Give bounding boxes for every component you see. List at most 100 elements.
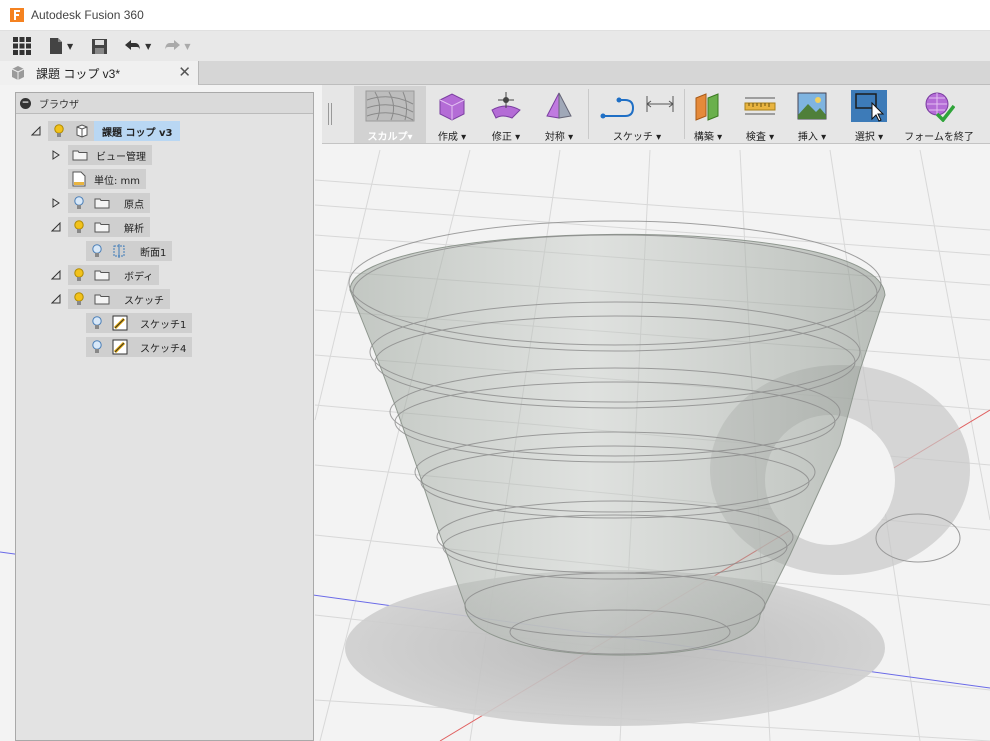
lightbulb-off-icon[interactable] [90,243,104,259]
file-icon [50,38,62,54]
select-menu-label: 選択 ▾ [854,132,884,143]
tree-node-sketch4[interactable]: スケッチ4 [86,337,193,357]
tree-node-analysis[interactable]: 解析 [50,217,150,237]
toolbar-ribbon: スカルプ▾ 作成 ▾ 修正 ▾ 対称 ▾ スケッチ ▾ 構築 ▾ 検査 ▾ 挿入… [322,85,990,144]
sculpt-surface-icon [365,90,415,122]
chevron-down-icon: ▼ [184,41,191,51]
separator [684,89,685,139]
inspect-ruler-icon [744,97,776,115]
tree-node-units[interactable]: 単位: mm [68,169,147,189]
folder-icon [72,149,88,161]
document-tab-bar: 課題 コップ v3* ✕ [0,61,990,85]
symmetry-icon [546,92,572,119]
workspace-switcher[interactable]: スカルプ▾ [354,86,426,143]
lightbulb-on-icon[interactable] [72,219,86,235]
tree-node-bodies[interactable]: ボディ [50,265,160,285]
expanded-triangle-icon[interactable] [50,293,62,305]
section-analysis-icon [112,244,126,258]
modify-menu-label: 修正 ▾ [491,132,521,143]
sketch1-box[interactable]: スケッチ1 [86,313,193,333]
close-icon[interactable]: ✕ [178,64,191,80]
modify-icon [491,92,521,119]
construct-menu-label: 構築 ▾ [693,132,723,143]
select-cursor-icon [851,90,887,122]
bodies-box[interactable]: ボディ [68,265,160,285]
lightbulb-on-icon[interactable] [72,291,86,307]
lightbulb-off-icon[interactable] [90,315,104,331]
tree-node-named-views[interactable]: ビュー管理 [50,145,152,165]
lightbulb-on-icon[interactable] [72,267,86,283]
sketch-menu[interactable]: スケッチ ▾ [592,85,682,143]
tree-label: ボディ [124,271,154,283]
tree-node-sketches[interactable]: スケッチ [50,289,170,309]
tree-label: 単位: mm [94,175,141,187]
save-button[interactable] [91,33,108,59]
tree-label: 原点 [124,199,144,211]
workspace-label: スカルプ▾ [367,132,413,143]
file-menu-button[interactable]: ▼ [48,33,73,59]
title-bar: Autodesk Fusion 360 [0,0,990,31]
named-views-box[interactable]: ビュー管理 [68,145,152,165]
construct-menu[interactable]: 構築 ▾ [686,85,730,143]
document-tab[interactable]: 課題 コップ v3* ✕ [0,61,199,85]
create-box-icon [439,93,465,121]
origin-box[interactable]: 原点 [68,193,150,213]
undo-button[interactable]: ▼ [124,33,151,59]
collapsed-triangle-icon[interactable] [50,197,62,209]
symmetry-menu-label: 対称 ▾ [544,132,574,143]
folder-icon [94,293,110,305]
document-tab-label: 課題 コップ v3* [36,66,121,81]
collapse-icon[interactable]: − [20,97,31,109]
lightbulb-off-icon[interactable] [72,195,86,211]
component-box-icon [76,124,88,138]
finish-form-label: フォームを終了 [904,132,974,143]
expanded-triangle-icon[interactable] [50,221,62,233]
finish-form-button[interactable]: フォームを終了 [902,85,976,143]
browser-header: − ブラウザ [16,93,313,114]
units-box[interactable]: 単位: mm [68,169,147,189]
lightbulb-on-icon[interactable] [52,123,66,139]
chevron-down-icon: ▼ [67,41,74,51]
root-node-box[interactable] [48,121,94,141]
lightbulb-off-icon[interactable] [90,339,104,355]
tree-node-root[interactable]: 課題 コップ v3 [30,121,181,141]
document-units-icon [72,171,86,187]
data-panel-button[interactable] [12,33,32,59]
insert-menu-label: 挿入 ▾ [797,132,827,143]
sketches-box[interactable]: スケッチ [68,289,170,309]
inspect-menu-label: 検査 ▾ [745,132,775,143]
tree-label: 断面1 [140,247,167,259]
toolbar-grip-handle[interactable] [328,103,332,125]
inspect-menu[interactable]: 検査 ▾ [734,85,786,143]
tree-node-section-analysis[interactable]: 断面1 [86,241,173,261]
browser-panel: − ブラウザ 課題 コップ v3 ビュー管理 単位: mm 原点 解析 断面1 … [15,92,314,741]
redo-button[interactable]: ▼ [163,33,190,59]
insert-menu[interactable]: 挿入 ▾ [788,85,836,143]
expanded-triangle-icon[interactable] [30,125,42,137]
sketch4-box[interactable]: スケッチ4 [86,337,193,357]
folder-icon [94,221,110,233]
tree-label: スケッチ4 [140,343,187,355]
modify-menu[interactable]: 修正 ▾ [480,85,532,143]
section-box[interactable]: 断面1 [86,241,173,261]
analysis-box[interactable]: 解析 [68,217,150,237]
tree-node-origin[interactable]: 原点 [50,193,150,213]
tree-label: 課題 コップ v3 [102,127,173,139]
tree-node-sketch1[interactable]: スケッチ1 [86,313,193,333]
create-menu[interactable]: 作成 ▾ [428,85,476,143]
sketch-pencil-icon [112,339,128,355]
create-menu-label: 作成 ▾ [437,132,467,143]
expanded-triangle-icon[interactable] [50,269,62,281]
finish-form-icon [925,92,955,122]
collapsed-triangle-icon[interactable] [50,149,62,161]
sketch-menu-label: スケッチ ▾ [612,132,662,143]
tree-label: スケッチ1 [140,319,187,331]
root-label-box[interactable]: 課題 コップ v3 [94,121,181,141]
component-cube-icon [11,66,25,80]
save-icon [92,38,108,54]
select-menu[interactable]: 選択 ▾ [846,85,892,143]
construct-plane-icon [695,93,719,121]
fusion-window: Autodesk Fusion 360 ▼ ▼ ▼ 課題 コップ v3* ✕ ス… [0,0,990,741]
symmetry-menu[interactable]: 対称 ▾ [534,85,584,143]
tree-label: スケッチ [124,295,164,307]
